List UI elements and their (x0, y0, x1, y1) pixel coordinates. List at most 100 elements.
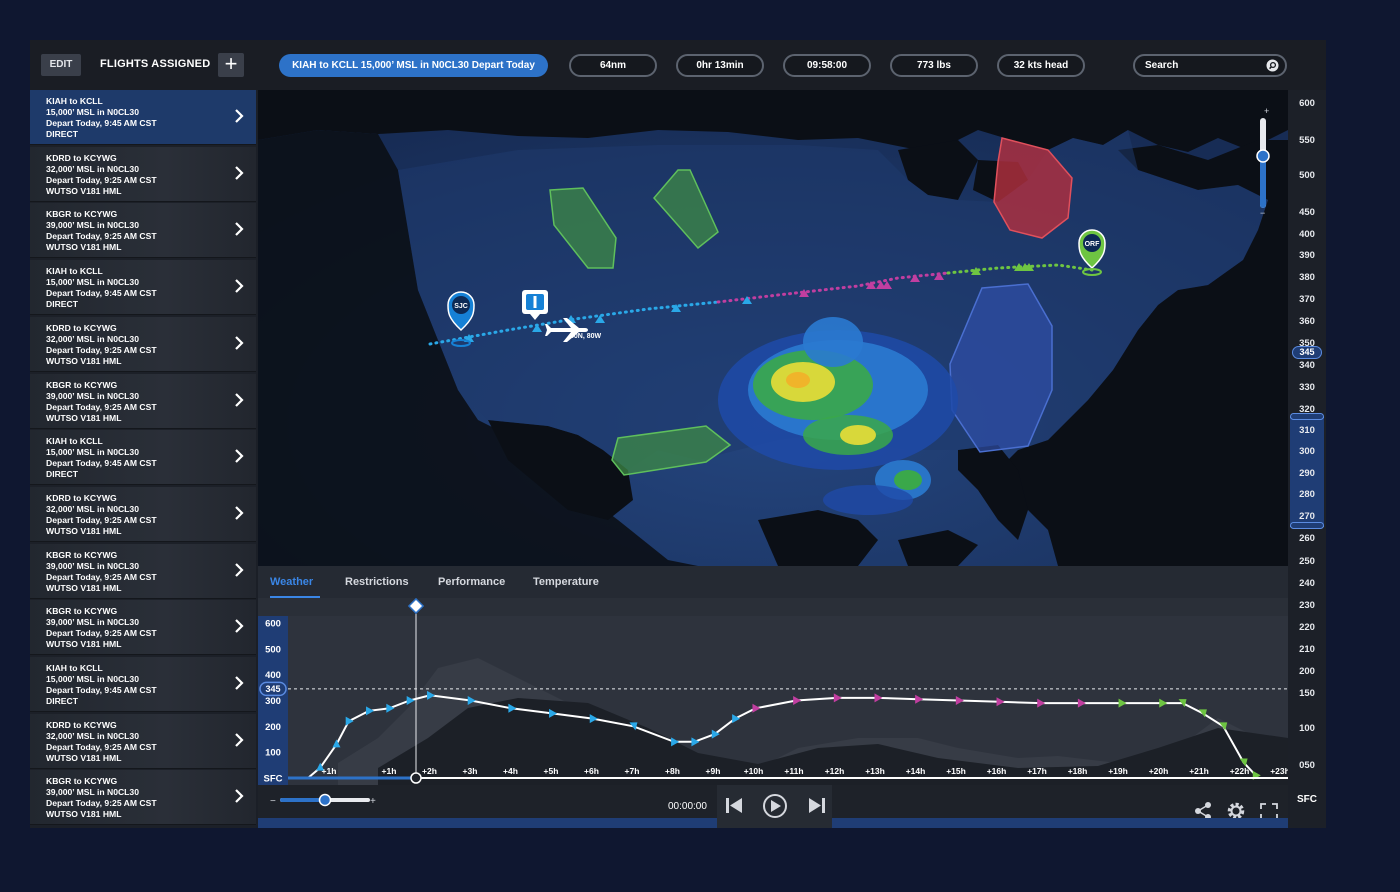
chevron-right-icon (235, 109, 244, 123)
flight-altitude: 15,000’ MSL in N0CL30 (46, 447, 139, 458)
search-placeholder: Search (1145, 60, 1179, 71)
flight-altitude: 32,000’ MSL in N0CL30 (46, 163, 139, 174)
profile-x-tick: +4h (503, 766, 518, 776)
flight-departure: Depart Today, 9:45 AM CST (46, 458, 157, 469)
zoom-minus-icon[interactable]: − (1260, 208, 1265, 218)
flight-list-item[interactable]: KDRD to KCYWG 32,000’ MSL in N0CL30 Depart… (30, 486, 256, 542)
flight-route: KIAH to KCLL (46, 436, 103, 447)
tab-temperature[interactable]: Temperature (533, 576, 599, 588)
altitude-selected-marker[interactable]: 345 (1292, 346, 1322, 359)
flight-list-item[interactable]: KBGR to KCYWG 39,000’ MSL in N0CL30 Depart… (30, 600, 256, 656)
flight-departure: Depart Today, 9:25 AM CST (46, 798, 157, 809)
search-input[interactable]: Search (1133, 54, 1287, 77)
tab-restrictions[interactable]: Restrictions (345, 576, 409, 588)
flight-altitude: 39,000’ MSL in N0CL30 (46, 617, 139, 628)
fullscreen-icon[interactable] (1260, 803, 1278, 820)
profile-x-tick: +14h (906, 766, 926, 776)
edit-button[interactable]: EDIT (41, 54, 81, 76)
flight-via: WUTSO V181 HML (46, 185, 122, 196)
flight-route: KDRD to KCYWG (46, 492, 117, 503)
flight-list-item[interactable]: KDRD to KCYWG 32,000’ MSL in N0CL30 Depart… (30, 713, 256, 769)
flight-departure: Depart Today, 9:25 AM CST (46, 174, 157, 185)
skip-forward-icon[interactable] (809, 798, 825, 813)
flight-list-item[interactable]: KDRD to KCYWG 32,000’ MSL in N0CL30 Depart… (30, 316, 256, 372)
add-flight-button[interactable]: + (218, 53, 244, 77)
route-summary-pill[interactable]: KIAH to KCLL 15,000’ MSL in N0CL30 Depar… (279, 54, 548, 77)
flight-summary: KBGR to KCYWG 39,000’ MSL in N0CL30 Depart… (46, 380, 157, 424)
destination-label: ORF (1085, 241, 1101, 248)
flight-list-item[interactable]: KBGR to KCYWG 39,000’ MSL in N0CL30 Depart… (30, 543, 256, 599)
flight-list-item[interactable]: KIAH to KCLL 15,000’ MSL in N0CL30 Depart … (30, 90, 256, 145)
profile-x-tick: +2h (422, 766, 437, 776)
flight-list-item[interactable]: KBGR to KCYWG 39,000’ MSL in N0CL30 Depart… (30, 203, 256, 259)
altitude-tick: 450 (1299, 207, 1315, 218)
flight-altitude: 32,000’ MSL in N0CL30 (46, 333, 139, 344)
flight-departure: Depart Today, 9:45 AM CST (46, 288, 157, 299)
flight-route: KDRD to KCYWG (46, 719, 117, 730)
zoom-plus-icon[interactable]: + (1264, 106, 1269, 116)
flight-list-item[interactable]: KBGR to KCYWG 39,000’ MSL in N0CL30 Depart… (30, 373, 256, 429)
flight-list-item[interactable]: KIAH to KCLL 15,000’ MSL in N0CL30 Depart … (30, 430, 256, 486)
flight-summary: KDRD to KCYWG 32,000’ MSL in N0CL30 Depart… (46, 153, 157, 197)
altitude-tick: 370 (1299, 294, 1315, 305)
altitude-tick: 340 (1299, 360, 1315, 371)
timeline-zoom-minus[interactable]: − (270, 796, 276, 807)
flight-route: KBGR to KCYWG (46, 549, 118, 560)
zoom-handle[interactable] (1256, 149, 1270, 163)
altitude-tick: 240 (1299, 578, 1315, 589)
flight-list: KIAH to KCLL 15,000’ MSL in N0CL30 Depart … (30, 90, 256, 828)
profile-y-tick: SFC (264, 774, 283, 785)
flight-departure: Depart Today, 9:25 AM CST (46, 401, 157, 412)
profile-y-tick: 300 (265, 696, 281, 707)
profile-x-tick: +1h (322, 766, 337, 776)
flight-route: KDRD to KCYWG (46, 152, 117, 163)
altitude-tick: 500 (1299, 170, 1315, 181)
tab-performance[interactable]: Performance (438, 576, 505, 588)
selected-altitude-badge: 345 (259, 681, 287, 697)
aircraft-coords: 40N, 80W (570, 333, 602, 340)
altitude-tick: 400 (1299, 229, 1315, 240)
search-icon[interactable] (1266, 59, 1279, 72)
flight-via: DIRECT (46, 469, 78, 480)
profile-x-tick: +12h (825, 766, 845, 776)
altitude-tick: 310 (1299, 425, 1315, 436)
altitude-band-handle[interactable] (1290, 522, 1324, 529)
altitude-tick: 230 (1299, 600, 1315, 611)
flight-via: WUTSO V181 HML (46, 639, 122, 650)
profile-x-tick: +23h (1270, 766, 1288, 776)
timeline-zoom-fill (280, 798, 325, 802)
altitude-tick: 290 (1299, 468, 1315, 479)
flight-route: KBGR to KCYWG (46, 379, 118, 390)
timeline-zoom-handle[interactable] (318, 793, 332, 807)
chevron-right-icon (235, 449, 244, 463)
timeline-zoom[interactable]: − + (270, 793, 376, 808)
time-scrubber[interactable] (410, 772, 422, 784)
flight-list-item[interactable]: KBGR to KCYWG 39,000’ MSL in N0CL30 Depart… (30, 770, 256, 826)
play-icon[interactable] (763, 794, 787, 818)
chevron-right-icon (235, 562, 244, 577)
flight-via: WUTSO V181 HML (46, 809, 122, 820)
flight-departure: Depart Today, 9:25 AM CST (46, 344, 157, 355)
flight-via: WUTSO V181 HML (46, 242, 122, 253)
flight-list-item[interactable]: KDRD to KCYWG 32,000’ MSL in N0CL30 Depart… (30, 146, 256, 202)
profile-x-tick: +1h (382, 766, 397, 776)
altitude-scale[interactable]: 600 550 500 450 400 390 380 370 360 350 340 330 320 3… (1288, 90, 1326, 828)
altitude-tick: 100 (1299, 723, 1315, 734)
flight-summary: KIAH to KCLL 15,000’ MSL in N0CL30 Depart … (46, 663, 157, 707)
flight-route: KBGR to KCYWG (46, 606, 118, 617)
skip-back-icon[interactable] (726, 798, 742, 813)
profile-y-tick: 500 (265, 644, 281, 655)
route-map[interactable]: SJC ORF 40N, 80W + − (258, 90, 1288, 566)
flight-list-item[interactable]: KIAH to KCLL 15,000’ MSL in N0CL30 Depart … (30, 260, 256, 316)
chevron-right-icon (235, 336, 244, 350)
profile-x-tick: +20h (1149, 766, 1169, 776)
gear-icon[interactable] (1227, 802, 1245, 820)
flight-list-item[interactable]: KIAH to KCLL 15,000’ MSL in N0CL30 Depart … (30, 657, 256, 712)
top-bar: EDIT FLIGHTS ASSIGNED + KIAH to KCLL 15,… (30, 40, 1326, 90)
flight-summary: KBGR to KCYWG 39,000’ MSL in N0CL30 Depart… (46, 606, 157, 650)
tab-weather[interactable]: Weather (270, 576, 313, 588)
altitude-tick: 390 (1299, 250, 1315, 261)
profile-x-tick: +8h (665, 766, 680, 776)
timeline-zoom-plus[interactable]: + (370, 796, 376, 807)
altitude-band-handle[interactable] (1290, 413, 1324, 420)
